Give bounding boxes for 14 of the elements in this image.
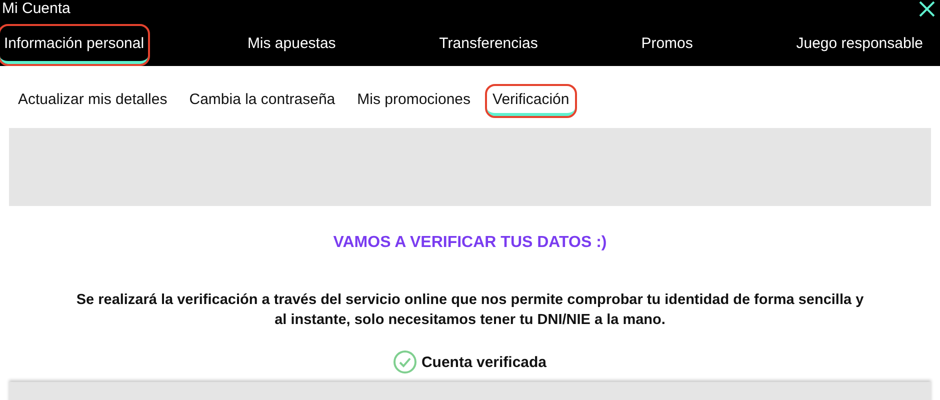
description-text: Se realizará la verificación a través del servicio online que nos permite comprobar tu identidad de forma sencilla y al instante, solo necesitamos tener tu DNI/NIE a la mano. xyxy=(75,291,865,330)
tab[interactable]: Transferencias xyxy=(435,26,542,64)
section-heading: VAMOS A VERIFICAR TUS DATOS :) xyxy=(332,234,608,252)
tab[interactable]: Promos xyxy=(637,26,697,64)
subtab[interactable]: Actualizar mis detalles xyxy=(12,86,174,116)
tab[interactable]: Mis apuestas xyxy=(243,26,340,64)
status-text: Cuenta verificada xyxy=(421,354,547,370)
tab[interactable]: Información personal xyxy=(0,26,148,64)
close-icon[interactable] xyxy=(918,0,936,18)
subtab[interactable]: Cambia la contraseña xyxy=(183,86,342,116)
subtab[interactable]: Mis promociones xyxy=(351,86,477,116)
subtab[interactable]: Verificación xyxy=(486,86,576,116)
tab[interactable]: Juego responsable xyxy=(792,26,927,64)
window-title: Mi Cuenta xyxy=(2,0,70,18)
